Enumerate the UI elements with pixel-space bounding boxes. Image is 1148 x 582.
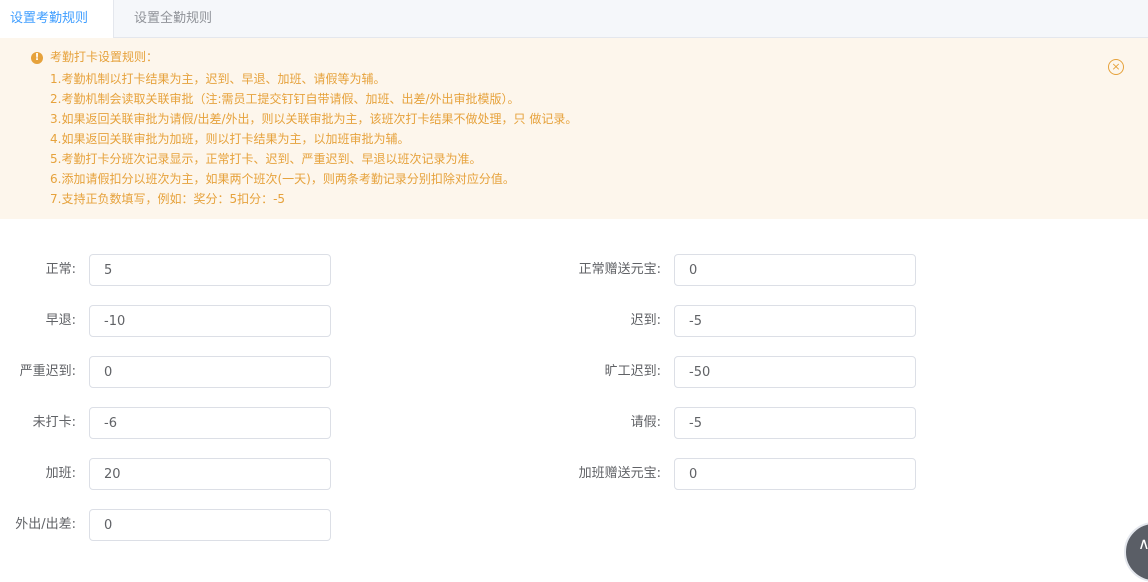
arrow-up-icon: ∧ [1138, 534, 1148, 553]
absent-late-input[interactable] [674, 356, 916, 388]
out-trip-label: 外出/出差: [15, 517, 76, 532]
alert-line: 2.考勤机制会读取关联审批（注:需员工提交钉钉自带请假、加班、出差/外出审批模版… [50, 92, 520, 106]
alert-line: 4.如果返回关联审批为加班，则以打卡结果为主，以加班审批为辅。 [50, 132, 410, 146]
leave-input[interactable] [674, 407, 916, 439]
normal-bonus-input[interactable] [674, 254, 916, 286]
late-label: 迟到: [630, 313, 661, 328]
tab-bar: 设置考勤规则 设置全勤规则 [0, 0, 1148, 39]
overtime-input[interactable] [89, 458, 331, 490]
overtime-label: 加班: [45, 466, 76, 481]
no-punch-input[interactable] [89, 407, 331, 439]
normal-input[interactable] [89, 254, 331, 286]
absent-late-label: 旷工迟到: [604, 364, 661, 379]
close-icon[interactable]: × [1108, 59, 1124, 75]
leave-early-label: 早退: [45, 313, 76, 328]
leave-early-input[interactable] [89, 305, 331, 337]
no-punch-label: 未打卡: [32, 415, 76, 430]
alert-title: 考勤打卡设置规则： [50, 50, 159, 64]
tab-attendance-rules[interactable]: 设置考勤规则 [0, 0, 114, 39]
normal-bonus-label: 正常赠送元宝: [578, 262, 661, 277]
alert-line: 1.考勤机制以打卡结果为主，迟到、早退、加班、请假等为辅。 [50, 72, 386, 86]
back-to-top-button[interactable]: ∧ [1124, 522, 1148, 582]
alert-line: 7.支持正负数填写，例如：奖分：5扣分：-5 [50, 192, 286, 206]
normal-label: 正常: [45, 262, 76, 277]
tab-full-attendance-rules[interactable]: 设置全勤规则 [134, 0, 212, 38]
severe-late-label: 严重迟到: [19, 364, 76, 379]
alert-line: 3.如果返回关联审批为请假/出差/外出，则以关联审批为主，该班次打卡结果不做处理… [50, 112, 578, 126]
late-input[interactable] [674, 305, 916, 337]
severe-late-input[interactable] [89, 356, 331, 388]
overtime-bonus-label: 加班赠送元宝: [578, 466, 661, 481]
warning-icon: ! [31, 52, 43, 64]
rules-alert: ! 考勤打卡设置规则： 1.考勤机制以打卡结果为主，迟到、早退、加班、请假等为辅… [0, 38, 1148, 219]
overtime-bonus-input[interactable] [674, 458, 916, 490]
out-trip-input[interactable] [89, 509, 331, 541]
alert-line: 5.考勤打卡分班次记录显示，正常打卡、迟到、严重迟到、早退以班次记录为准。 [50, 152, 482, 166]
alert-line: 6.添加请假扣分以班次为主，如果两个班次(一天)，则两条考勤记录分别扣除对应分值… [50, 172, 515, 186]
leave-label: 请假: [630, 415, 661, 430]
